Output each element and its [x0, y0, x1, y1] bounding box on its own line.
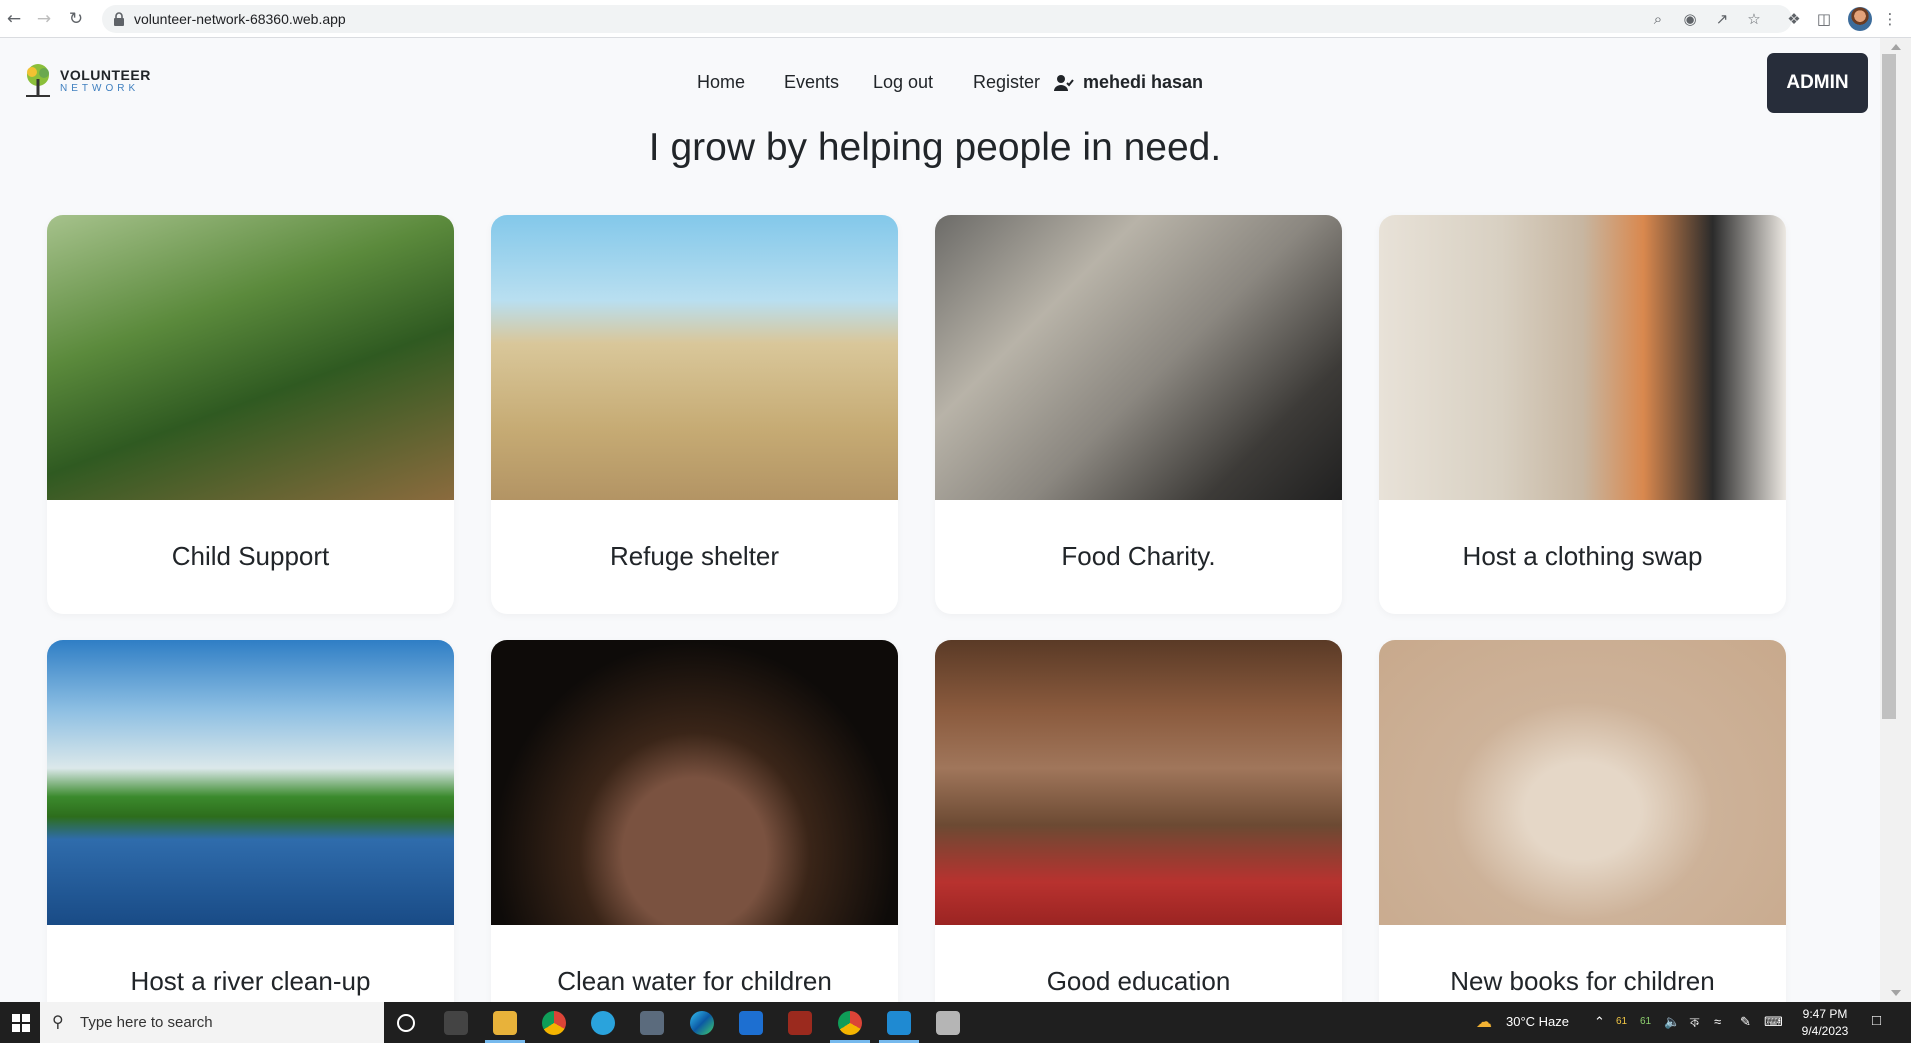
page-viewport: VOLUNTEER NETWORK Home Events Log out Re…	[0, 38, 1880, 1002]
search-placeholder: Type here to search	[80, 1014, 213, 1031]
zoom-icon[interactable]: ⌕	[1648, 9, 1668, 29]
more-menu-icon[interactable]: ⋮	[1880, 9, 1900, 29]
weather-text[interactable]: 30°C Haze	[1506, 1014, 1569, 1029]
tray-chevron-icon[interactable]: ⌃	[1594, 1014, 1605, 1030]
calculator-icon[interactable]	[640, 1011, 664, 1035]
nav-register[interactable]: Register	[973, 72, 1040, 93]
clock-time: 9:47 PM	[1802, 1007, 1848, 1021]
volume-icon[interactable]: 🔈	[1664, 1014, 1680, 1030]
keyboard-icon[interactable]: ⌨	[1764, 1014, 1783, 1030]
tree-logo-icon	[26, 64, 50, 97]
telegram-icon[interactable]	[591, 1011, 615, 1035]
page-tagline: I grow by helping people in need.	[648, 126, 1222, 169]
clothing-rack-photo	[1379, 215, 1786, 500]
wifi-icon[interactable]: ≈	[1714, 1014, 1721, 1029]
weather-icon: ☁	[1476, 1014, 1492, 1031]
filmstrip-app-icon[interactable]	[788, 1011, 812, 1035]
event-card[interactable]: Clean water for children	[491, 640, 898, 1002]
event-card[interactable]: Refuge shelter	[491, 215, 898, 614]
event-card[interactable]: Host a clothing swap	[1379, 215, 1786, 614]
user-check-icon	[1054, 75, 1074, 91]
event-card[interactable]: Host a river clean-up	[47, 640, 454, 1002]
extensions-icon[interactable]: ❖	[1784, 9, 1804, 29]
pen-icon[interactable]: ✎	[1740, 1014, 1751, 1030]
admin-button[interactable]: ADMIN	[1767, 53, 1868, 113]
site-logo[interactable]: VOLUNTEER NETWORK	[22, 63, 152, 103]
card-title: Host a clothing swap	[1462, 541, 1703, 571]
task-view-icon[interactable]	[444, 1011, 468, 1035]
side-panel-icon[interactable]: ◫	[1814, 9, 1834, 29]
edge-icon[interactable]	[690, 1011, 714, 1035]
notifications-icon[interactable]: □	[1872, 1012, 1881, 1029]
clock-date: 9/4/2023	[1801, 1024, 1849, 1038]
nav-events[interactable]: Events	[784, 72, 839, 93]
nav-home[interactable]: Home	[697, 72, 745, 93]
card-title: Food Charity.	[1061, 541, 1216, 571]
page-scrollbar[interactable]	[1880, 38, 1911, 1002]
scrollbar-thumb[interactable]	[1882, 54, 1896, 719]
nav-logout[interactable]: Log out	[873, 72, 933, 93]
chrome-active-icon[interactable]	[838, 1011, 862, 1035]
share-icon[interactable]: ↗	[1712, 9, 1732, 29]
logo-text-main: VOLUNTEER	[60, 67, 151, 83]
user-name: mehedi hasan	[1083, 72, 1204, 92]
event-card[interactable]: Good education	[935, 640, 1342, 1002]
boy-reading-library-photo	[935, 640, 1342, 925]
scroll-down-icon[interactable]	[1891, 990, 1901, 996]
scroll-up-icon[interactable]	[1891, 44, 1901, 50]
reload-icon[interactable]: ↻	[66, 9, 86, 29]
windows-start-icon[interactable]	[12, 1014, 30, 1032]
address-bar[interactable]: volunteer-network-68360.web.app	[102, 5, 1792, 33]
vscode-icon[interactable]	[887, 1011, 911, 1035]
profile-avatar[interactable]	[1848, 7, 1872, 31]
event-card[interactable]: New books for children	[1379, 640, 1786, 1002]
taskbar-search[interactable]: ⚲ Type here to search	[40, 1002, 384, 1043]
event-card[interactable]: Food Charity.	[935, 215, 1342, 614]
forward-arrow-icon[interactable]: →	[34, 9, 54, 29]
river-landscape-photo	[47, 640, 454, 925]
card-title: Clean water for children	[557, 966, 832, 996]
mail-icon[interactable]	[739, 1011, 763, 1035]
language-icon[interactable]: ক	[1690, 1014, 1699, 1035]
app-window-icon[interactable]	[936, 1011, 960, 1035]
back-arrow-icon[interactable]: ←	[4, 9, 24, 29]
card-title: Child Support	[171, 541, 330, 571]
card-title: Good education	[1046, 966, 1231, 996]
star-icon[interactable]: ☆	[1744, 9, 1764, 29]
lock-icon	[114, 12, 124, 26]
browser-toolbar: ← → ↻ volunteer-network-68360.web.app ⌕ …	[0, 0, 1911, 38]
cortana-icon[interactable]	[397, 1014, 415, 1032]
windows-taskbar: ⚲ Type here to search ☁ 30°C Haze ⌃ 61 6…	[0, 1002, 1911, 1043]
file-explorer-icon[interactable]	[493, 1011, 517, 1035]
chrome-icon[interactable]	[542, 1011, 566, 1035]
open-book-photo	[1379, 640, 1786, 925]
system-clock[interactable]: 9:47 PM 9/4/2023	[1790, 1006, 1860, 1040]
card-title: New books for children	[1450, 966, 1715, 996]
girl-outdoors-photo	[47, 215, 454, 500]
card-title: Host a river clean-up	[130, 966, 371, 996]
event-card[interactable]: Child Support	[47, 215, 454, 614]
url-text: volunteer-network-68360.web.app	[134, 11, 346, 27]
logo-text-sub: NETWORK	[60, 83, 140, 94]
boy-in-field-photo	[491, 215, 898, 500]
food-distribution-photo	[935, 215, 1342, 500]
card-title: Refuge shelter	[609, 541, 780, 571]
tray-number: 61	[1640, 1016, 1652, 1027]
search-icon: ⚲	[52, 1012, 64, 1031]
tray-number: 61	[1616, 1016, 1628, 1027]
eye-off-icon[interactable]: ◉	[1680, 9, 1700, 29]
water-in-hands-photo	[491, 640, 898, 925]
